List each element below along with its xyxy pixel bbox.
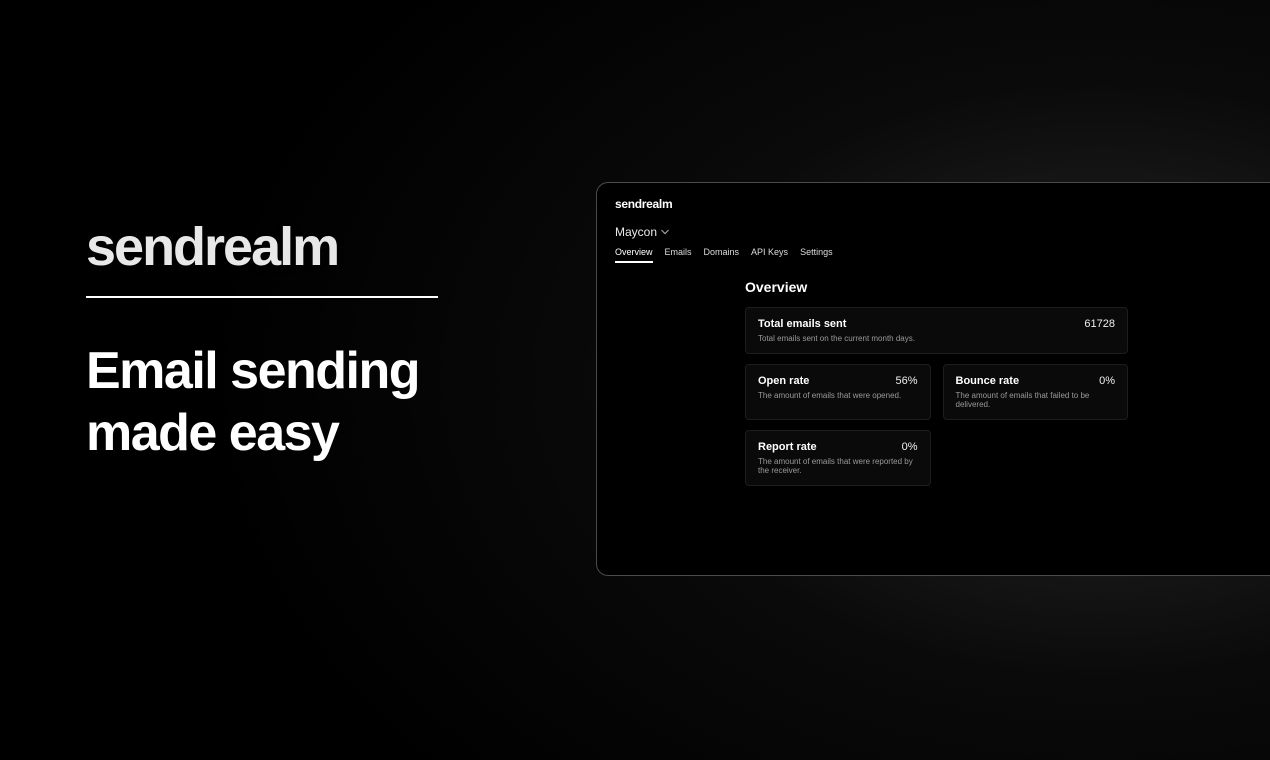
card-bounce-rate: Bounce rate 0% The amount of emails that…	[943, 364, 1129, 420]
tab-settings[interactable]: Settings	[800, 247, 833, 263]
card-value: 61728	[1084, 318, 1115, 330]
app-frame: sendrealm Maycon Overview Emails Domains…	[596, 182, 1270, 576]
card-desc: The amount of emails that were reported …	[758, 457, 918, 475]
hero-divider	[86, 296, 438, 298]
hero-brand: sendrealm	[86, 216, 526, 278]
user-name-label: Maycon	[615, 225, 657, 239]
card-desc: The amount of emails that failed to be d…	[956, 391, 1116, 409]
tabs: Overview Emails Domains API Keys Setting…	[615, 247, 1258, 263]
tab-overview[interactable]: Overview	[615, 247, 653, 263]
app-brand: sendrealm	[615, 197, 1258, 211]
card-value: 56%	[895, 375, 917, 387]
card-desc: Total emails sent on the current month d…	[758, 334, 1115, 343]
hero: sendrealm Email sending made easy	[86, 216, 526, 465]
card-title: Report rate	[758, 441, 817, 453]
card-value: 0%	[1099, 375, 1115, 387]
card-title: Bounce rate	[956, 375, 1020, 387]
card-report-rate: Report rate 0% The amount of emails that…	[745, 430, 931, 486]
card-desc: The amount of emails that were opened.	[758, 391, 918, 400]
page-title: Overview	[745, 279, 1128, 295]
card-title: Total emails sent	[758, 318, 846, 330]
card-title: Open rate	[758, 375, 809, 387]
tab-emails[interactable]: Emails	[665, 247, 692, 263]
card-total-sent: Total emails sent 61728 Total emails sen…	[745, 307, 1128, 354]
card-open-rate: Open rate 56% The amount of emails that …	[745, 364, 931, 420]
user-menu[interactable]: Maycon	[615, 225, 1258, 239]
tab-api-keys[interactable]: API Keys	[751, 247, 788, 263]
main-content: Overview Total emails sent 61728 Total e…	[615, 263, 1258, 486]
chevron-down-icon	[661, 228, 669, 236]
tab-domains[interactable]: Domains	[704, 247, 740, 263]
hero-tagline: Email sending made easy	[86, 340, 526, 465]
card-value: 0%	[902, 441, 918, 453]
